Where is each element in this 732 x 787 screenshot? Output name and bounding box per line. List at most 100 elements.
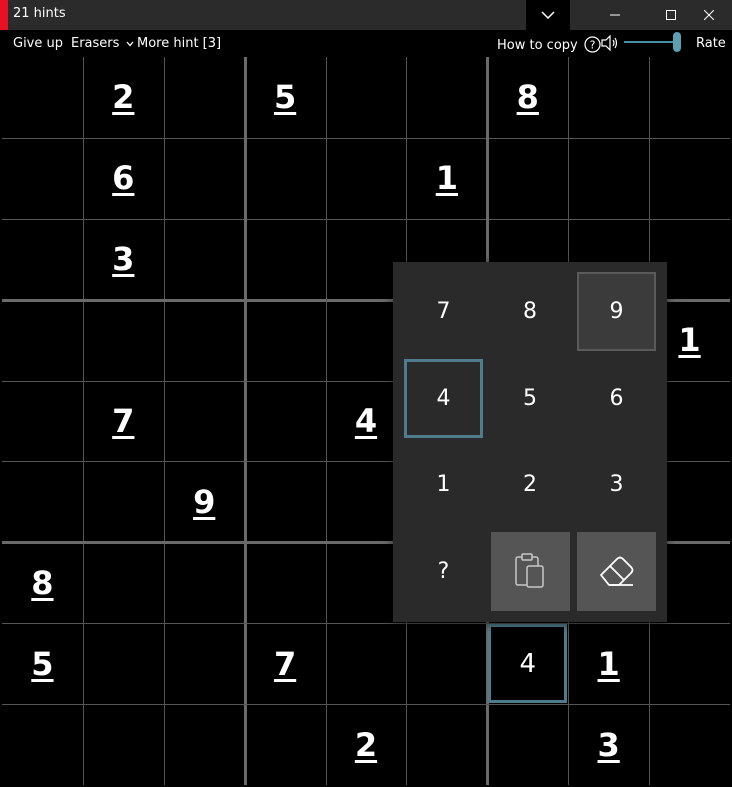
sudoku-cell[interactable]: 1: [406, 138, 487, 219]
sudoku-cell[interactable]: 1: [568, 623, 649, 704]
sudoku-cell[interactable]: [83, 461, 164, 542]
given-digit: 3: [112, 240, 135, 279]
given-digit: 7: [112, 401, 135, 440]
erasers-label: Erasers: [71, 36, 120, 51]
close-button[interactable]: [686, 0, 732, 30]
sudoku-cell[interactable]: 8: [487, 57, 568, 138]
erasers-menu[interactable]: Erasers: [71, 36, 134, 51]
sudoku-cell[interactable]: [326, 57, 407, 138]
numpad-unknown-button[interactable]: ?: [404, 532, 483, 611]
numpad-digit-8[interactable]: 8: [491, 272, 570, 351]
sudoku-cell[interactable]: 9: [164, 461, 245, 542]
sudoku-cell[interactable]: 2: [83, 57, 164, 138]
given-digit: 5: [31, 644, 54, 683]
sudoku-cell[interactable]: [245, 219, 326, 300]
sudoku-cell[interactable]: 8: [2, 542, 83, 623]
numpad-digit-3[interactable]: 3: [577, 445, 656, 524]
given-digit: 1: [435, 159, 458, 198]
volume-icon[interactable]: [601, 35, 619, 51]
sudoku-cell[interactable]: [83, 704, 164, 785]
sudoku-cell[interactable]: [245, 461, 326, 542]
more-hint-button[interactable]: More hint [3]: [137, 36, 221, 51]
given-digit: 4: [354, 401, 378, 440]
sudoku-cell[interactable]: [164, 542, 245, 623]
sudoku-cell[interactable]: [164, 57, 245, 138]
minimize-button[interactable]: [592, 0, 638, 30]
sudoku-cell[interactable]: [164, 704, 245, 785]
sudoku-cell[interactable]: [2, 138, 83, 219]
sudoku-cell[interactable]: [649, 57, 730, 138]
give-up-button[interactable]: Give up: [13, 36, 63, 51]
given-digit: 3: [597, 725, 620, 764]
maximize-icon: [666, 10, 676, 20]
sudoku-cell[interactable]: 3: [83, 219, 164, 300]
numpad-digit-1[interactable]: 1: [404, 445, 483, 524]
sudoku-cell[interactable]: 3: [568, 704, 649, 785]
sudoku-cell[interactable]: [164, 138, 245, 219]
sudoku-cell[interactable]: [487, 138, 568, 219]
sudoku-cell[interactable]: [245, 138, 326, 219]
sudoku-cell[interactable]: 7: [83, 381, 164, 462]
sudoku-cell[interactable]: 7: [245, 623, 326, 704]
sudoku-cell[interactable]: [649, 138, 730, 219]
number-pad: 7 8 9 4 5 6 1 2 3?: [393, 262, 667, 622]
numpad-digit-6[interactable]: 6: [577, 359, 656, 438]
sudoku-cell[interactable]: [568, 57, 649, 138]
sudoku-cell[interactable]: [164, 381, 245, 462]
title-accent: [0, 0, 8, 30]
sudoku-cell[interactable]: 2: [326, 704, 407, 785]
sudoku-cell[interactable]: [245, 542, 326, 623]
sudoku-cell[interactable]: [326, 623, 407, 704]
sudoku-cell[interactable]: 6: [83, 138, 164, 219]
given-digit: 7: [273, 644, 297, 683]
given-digit: 8: [31, 563, 54, 602]
svg-text:?: ?: [589, 39, 595, 52]
sudoku-cell[interactable]: [164, 623, 245, 704]
sudoku-cell[interactable]: 5: [2, 623, 83, 704]
sudoku-cell[interactable]: 5: [245, 57, 326, 138]
sudoku-cell[interactable]: [2, 219, 83, 300]
sudoku-cell[interactable]: [568, 138, 649, 219]
volume-slider-thumb[interactable]: [673, 32, 681, 52]
numpad-digit-4[interactable]: 4: [404, 358, 483, 438]
sudoku-cell[interactable]: [406, 57, 487, 138]
rate-button[interactable]: Rate: [696, 36, 726, 51]
title-bar: 21 hints: [0, 0, 732, 30]
numpad-digit-9[interactable]: 9: [577, 272, 656, 351]
sudoku-cell[interactable]: [2, 381, 83, 462]
given-digit: 1: [597, 644, 620, 683]
given-digit: 1: [678, 321, 701, 360]
numpad-digit-2[interactable]: 2: [491, 445, 570, 524]
sudoku-cell[interactable]: [83, 300, 164, 381]
paste-button[interactable]: [490, 531, 570, 611]
eraser-button[interactable]: [577, 531, 656, 611]
given-digit: 9: [193, 482, 216, 521]
sudoku-cell[interactable]: [245, 300, 326, 381]
sudoku-cell[interactable]: [245, 704, 326, 785]
sudoku-cell[interactable]: [83, 623, 164, 704]
collapse-button[interactable]: [526, 0, 570, 30]
chevron-down-icon: [126, 41, 134, 46]
sudoku-cell[interactable]: [649, 704, 730, 785]
sudoku-cell[interactable]: [487, 704, 568, 785]
sudoku-cell[interactable]: [2, 704, 83, 785]
help-icon: ?: [584, 36, 601, 53]
sudoku-cell[interactable]: [649, 623, 730, 704]
sudoku-cell[interactable]: [164, 300, 245, 381]
sudoku-cell[interactable]: [245, 381, 326, 462]
sudoku-cell[interactable]: [164, 219, 245, 300]
sudoku-cell[interactable]: [2, 461, 83, 542]
given-digit: 8: [516, 78, 539, 117]
how-to-copy-button[interactable]: How to copy ?: [497, 36, 601, 53]
sudoku-cell[interactable]: [406, 623, 487, 704]
volume-slider-track[interactable]: [624, 41, 676, 43]
sudoku-cell[interactable]: [83, 542, 164, 623]
minimize-icon: [610, 14, 620, 16]
sudoku-cell[interactable]: [406, 704, 487, 785]
numpad-digit-5[interactable]: 5: [491, 359, 570, 438]
sudoku-cell[interactable]: 4: [487, 623, 568, 704]
sudoku-cell[interactable]: [2, 57, 83, 138]
sudoku-cell[interactable]: [326, 138, 407, 219]
sudoku-cell[interactable]: [2, 300, 83, 381]
numpad-digit-7[interactable]: 7: [404, 272, 483, 351]
